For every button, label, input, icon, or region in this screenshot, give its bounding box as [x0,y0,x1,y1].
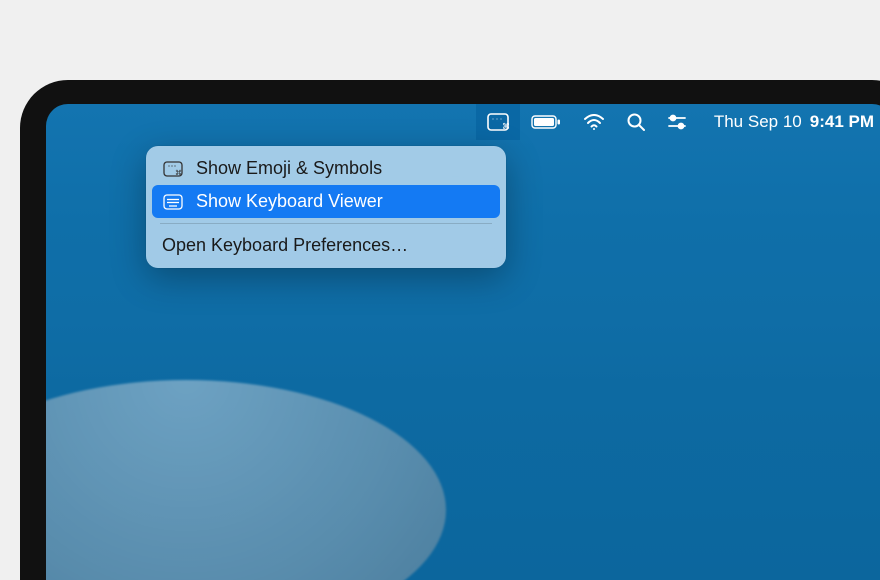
menubar-battery[interactable] [520,104,572,140]
menubar: ⌘ [46,104,880,140]
menubar-time: 9:41 PM [810,112,874,132]
menubar-input-menu[interactable]: ⌘ [476,104,520,140]
menubar-wifi[interactable] [572,104,616,140]
menu-item-show-keyboard-viewer[interactable]: Show Keyboard Viewer [152,185,500,218]
menu-item-label: Show Keyboard Viewer [196,191,383,212]
menu-item-label: Show Emoji & Symbols [196,158,382,179]
menubar-control-center[interactable] [656,104,698,140]
input-menu-icon: ⌘ [487,113,509,131]
menu-item-open-keyboard-prefs[interactable]: Open Keyboard Preferences… [152,229,500,262]
menubar-spotlight[interactable] [616,104,656,140]
control-center-icon [667,114,687,130]
menu-item-label: Open Keyboard Preferences… [162,235,408,256]
character-viewer-icon: ⌘ [162,161,184,177]
menubar-date: Thu Sep 10 [714,112,802,132]
laptop-frame: ⌘ [20,80,880,580]
wallpaper-hill [46,380,446,580]
keyboard-viewer-icon [162,194,184,210]
input-menu-dropdown: ⌘ Show Emoji & Symbols Show Keyboard Vie… [146,146,506,268]
wifi-icon [583,114,605,130]
search-icon [627,113,645,131]
menu-separator [160,223,492,224]
menu-item-show-emoji[interactable]: ⌘ Show Emoji & Symbols [152,152,500,185]
desktop-screen: ⌘ [46,104,880,580]
menubar-clock[interactable]: Thu Sep 10 9:41 PM [698,112,874,132]
battery-icon [531,115,561,129]
svg-text:⌘: ⌘ [502,122,509,131]
svg-text:⌘: ⌘ [175,169,182,177]
